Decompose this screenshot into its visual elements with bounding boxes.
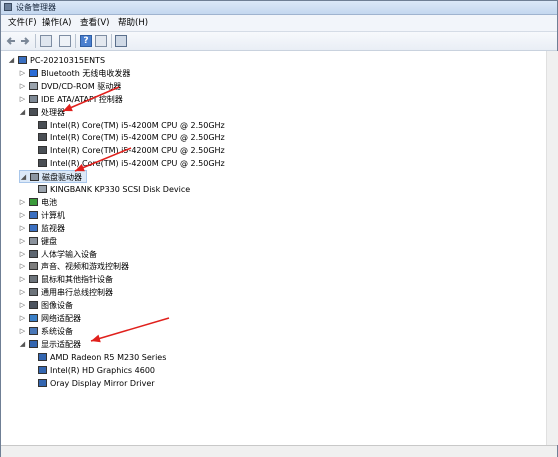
- window-title: 设备管理器: [16, 3, 56, 12]
- expand-triangle-icon[interactable]: ▷: [19, 235, 26, 248]
- collapse-triangle-icon[interactable]: ◢: [8, 54, 15, 67]
- category-label: IDE ATA/ATAPI 控制器: [41, 94, 123, 104]
- collapse-triangle-icon[interactable]: ◢: [20, 171, 27, 184]
- device-label: AMD Radeon R5 M230 Series: [50, 352, 167, 362]
- device-manager-window: 设备管理器 文件(F) 操作(A) 查看(V) 帮助(H) ? ◢ PC-2021…: [0, 0, 558, 457]
- device-manager-app-icon: [4, 3, 12, 11]
- sound-icon: [29, 262, 38, 271]
- processor-icon: [29, 107, 38, 116]
- hid-icon: [29, 249, 38, 258]
- category-label: 鼠标和其他指针设备: [41, 275, 113, 285]
- category-label: 键盘: [41, 236, 57, 246]
- bluetooth-icon: [29, 68, 38, 77]
- expand-triangle-icon[interactable]: ▷: [19, 325, 26, 338]
- device-icon: [38, 352, 47, 361]
- device-icon: [38, 120, 47, 129]
- properties-icon[interactable]: [59, 35, 71, 47]
- system-device-icon: [29, 326, 38, 335]
- disk-drive-icon: [30, 173, 39, 182]
- status-bar: [1, 445, 557, 457]
- expand-triangle-icon[interactable]: ▷: [19, 209, 26, 222]
- expand-triangle-icon[interactable]: ▷: [19, 286, 26, 299]
- category-label: 系统设备: [41, 326, 73, 336]
- vertical-scrollbar[interactable]: [546, 51, 558, 445]
- device-icon: [38, 133, 47, 142]
- menu-help[interactable]: 帮助(H): [117, 18, 149, 28]
- device-icon: [38, 378, 47, 387]
- expand-triangle-icon[interactable]: ▷: [19, 312, 26, 325]
- scan-hardware-changes-icon[interactable]: [115, 35, 127, 47]
- category-label: 人体学输入设备: [41, 249, 97, 259]
- menu-file[interactable]: 文件(F): [7, 18, 38, 28]
- expand-triangle-icon[interactable]: ▷: [19, 80, 26, 93]
- device-tree: ◢ PC-20210315ENTS ▷ Bluetooth 无线电收发器 ▷ DVD/CD…: [2, 51, 546, 445]
- dvd-drive-icon: [29, 81, 38, 90]
- battery-icon: [29, 197, 38, 206]
- display-adapter-icon: [29, 339, 38, 348]
- toolbar-separator: [111, 34, 112, 48]
- category-label: 图像设备: [41, 301, 73, 311]
- expand-triangle-icon[interactable]: ▷: [19, 273, 26, 286]
- category-label: 显示适配器: [41, 339, 81, 349]
- menu-bar: 文件(F) 操作(A) 查看(V) 帮助(H): [1, 15, 557, 32]
- device-label: Intel(R) Core(TM) i5-4200M CPU @ 2.50GHz: [50, 133, 225, 143]
- device-label: KINGBANK KP330 SCSI Disk Device: [50, 185, 191, 194]
- tree-category[interactable]: ◢ 磁盘驱动器: [19, 170, 87, 184]
- menu-action[interactable]: 操作(A): [41, 18, 72, 28]
- device-icon: [38, 185, 47, 193]
- toolbar-separator: [75, 34, 76, 48]
- expand-triangle-icon[interactable]: ▷: [19, 196, 26, 209]
- expand-triangle-icon[interactable]: ▷: [19, 260, 26, 273]
- category-label: 声音、视频和游戏控制器: [41, 262, 129, 272]
- category-label: 处理器: [41, 107, 65, 117]
- monitor-icon: [29, 223, 38, 232]
- ide-controller-icon: [29, 94, 38, 103]
- device-label: Intel(R) Core(TM) i5-4200M CPU @ 2.50GHz: [50, 120, 225, 130]
- mouse-icon: [29, 275, 38, 284]
- view-icon[interactable]: [95, 35, 107, 47]
- category-label: Bluetooth 无线电收发器: [41, 68, 131, 78]
- device-label: Intel(R) Core(TM) i5-4200M CPU @ 2.50GHz: [50, 159, 225, 169]
- expand-triangle-icon[interactable]: ▷: [19, 67, 26, 80]
- keyboard-icon: [29, 236, 38, 245]
- expand-triangle-icon[interactable]: ▷: [19, 248, 26, 261]
- expand-triangle-icon[interactable]: ▷: [19, 299, 26, 312]
- computer-icon: [18, 56, 27, 64]
- expand-triangle-icon[interactable]: ▷: [19, 93, 26, 106]
- device-label: Oray Display Mirror Driver: [50, 378, 155, 388]
- device-label: Intel(R) HD Graphics 4600: [50, 365, 156, 375]
- category-label: 通用串行总线控制器: [41, 288, 113, 298]
- device-icon: [38, 365, 47, 374]
- device-icon: [38, 159, 47, 168]
- category-label: DVD/CD-ROM 驱动器: [41, 81, 122, 91]
- computer-name: PC-20210315ENTS: [30, 56, 106, 65]
- toolbar: ?: [1, 32, 557, 51]
- toolbar-separator: [35, 34, 36, 48]
- network-icon: [29, 314, 38, 322]
- category-label: 监视器: [41, 223, 65, 233]
- show-hide-console-tree-icon[interactable]: [40, 35, 52, 47]
- computer-icon: [29, 210, 38, 219]
- category-label: 计算机: [41, 210, 65, 220]
- forward-arrow-icon[interactable]: [19, 35, 31, 47]
- device-icon: [38, 146, 47, 155]
- collapse-triangle-icon[interactable]: ◢: [19, 106, 26, 119]
- title-bar: 设备管理器: [1, 1, 557, 15]
- help-icon[interactable]: ?: [80, 35, 92, 47]
- collapse-triangle-icon[interactable]: ◢: [19, 338, 26, 351]
- usb-icon: [29, 288, 38, 297]
- camera-icon: [29, 301, 38, 310]
- category-label: 网络适配器: [41, 314, 81, 323]
- menu-view[interactable]: 查看(V): [79, 18, 110, 28]
- back-arrow-icon[interactable]: [5, 35, 17, 47]
- category-label: 电池: [41, 197, 57, 207]
- expand-triangle-icon[interactable]: ▷: [19, 222, 26, 235]
- device-label: Intel(R) Core(TM) i5-4200M CPU @ 2.50GHz: [50, 146, 225, 156]
